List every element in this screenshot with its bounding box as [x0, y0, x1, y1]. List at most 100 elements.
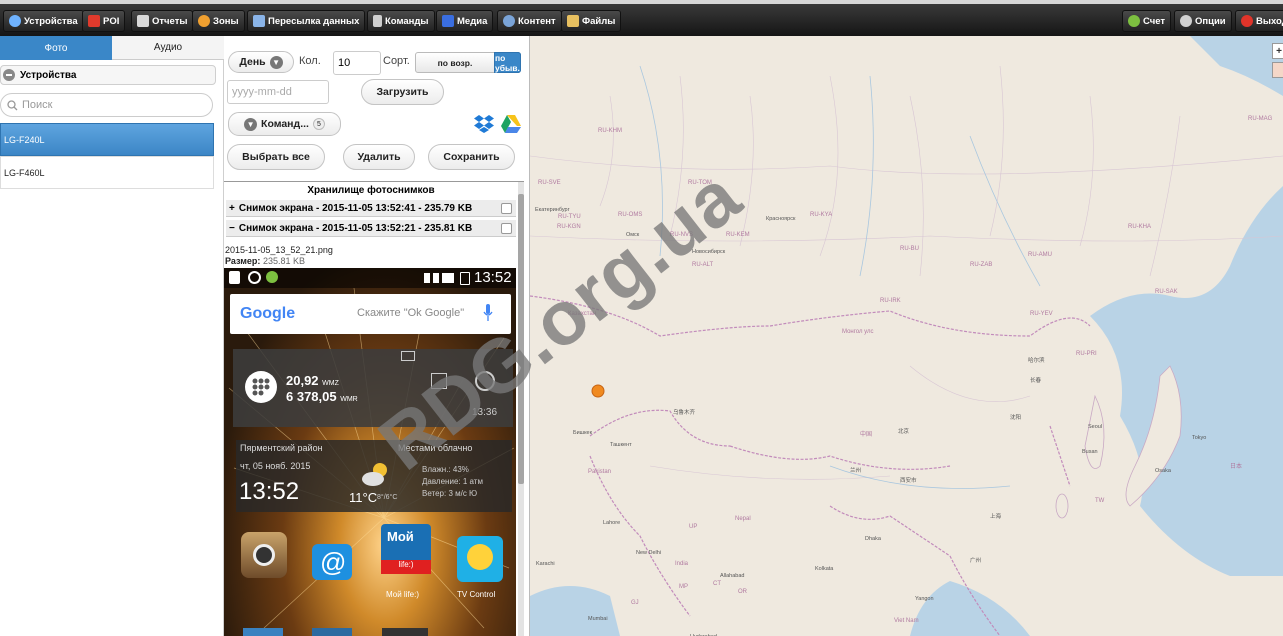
- options-menu-button[interactable]: Опции: [1174, 10, 1232, 32]
- file-name: 2015-11-05_13_52_21.png: [225, 245, 333, 255]
- transfer-icon: [253, 15, 265, 27]
- region-border: [1149, 115, 1181, 277]
- google-drive-icon[interactable]: [500, 114, 522, 134]
- storage-scrollbar[interactable]: [518, 182, 524, 636]
- life-tile-sub: life:): [381, 560, 431, 574]
- region-label: Казахстан: [568, 311, 597, 317]
- storage-item-checkbox[interactable]: [501, 223, 512, 234]
- count-input[interactable]: 10: [333, 51, 381, 75]
- commands-dropdown[interactable]: ▼ Команд... 5: [228, 112, 341, 136]
- region-label: RU-KHM: [598, 128, 622, 134]
- select-all-button[interactable]: Выбрать все: [227, 144, 325, 170]
- delete-button[interactable]: Удалить: [343, 144, 415, 170]
- media-icon: [442, 15, 454, 27]
- period-select[interactable]: День ▼: [228, 51, 294, 73]
- city-label: Екатеринбург: [535, 207, 570, 213]
- search-icon: [7, 99, 18, 110]
- app-label-life: Мой life:): [386, 590, 420, 599]
- date-input[interactable]: yyyy-mm-dd: [227, 80, 329, 104]
- storage-item-checkbox[interactable]: [501, 203, 512, 214]
- save-button[interactable]: Сохранить: [428, 144, 515, 170]
- file-size-row: Размер: 235.81 KB: [225, 256, 305, 266]
- region-label: 中国: [860, 432, 873, 438]
- sort-descending-label: по убыв.: [495, 52, 520, 73]
- partly-cloudy-icon: [362, 463, 387, 486]
- report-icon: [137, 15, 149, 27]
- media-menu-button[interactable]: Медиа: [436, 10, 494, 32]
- city-label: Бишкек: [573, 430, 593, 436]
- bay-of-bengal: [910, 581, 1030, 636]
- device-search-input[interactable]: Поиск: [0, 93, 213, 117]
- tab-audio[interactable]: Аудио: [112, 36, 224, 60]
- devices-section-header[interactable]: Устройства: [0, 65, 216, 85]
- media-menu-label: Медиа: [457, 15, 488, 27]
- sort-descending-button[interactable]: по убыв.: [494, 52, 521, 73]
- list-icon: [431, 373, 447, 389]
- tab-photo[interactable]: Фото: [0, 36, 112, 60]
- content-menu-label: Контент: [518, 15, 556, 27]
- city-label: 乌鲁木齐: [673, 410, 696, 416]
- phone-icon: [373, 15, 382, 27]
- phone-clock: 13:52: [474, 269, 512, 286]
- viber-icon: [248, 271, 261, 284]
- account-menu-button[interactable]: Счет: [1122, 10, 1172, 32]
- city-label: Yangon: [915, 596, 934, 602]
- storage-item[interactable]: + Снимок экрана - 2015-11-05 13:52:41 - …: [226, 199, 516, 217]
- region-label: RU-AMU: [1028, 252, 1052, 258]
- device-item-lg-f460l[interactable]: LG-F460L: [0, 156, 214, 189]
- load-button[interactable]: Загрузить: [361, 79, 444, 105]
- zoom-in-button[interactable]: +: [1272, 43, 1283, 59]
- country-border: [829, 505, 951, 557]
- city-label: Osaka: [1155, 468, 1171, 474]
- commands-dropdown-label: Команд...: [261, 118, 309, 130]
- region-label: RU-ZAB: [970, 262, 993, 268]
- data-transfer-menu-button[interactable]: Пересылка данных: [247, 10, 366, 32]
- dropbox-icon[interactable]: [473, 112, 495, 134]
- scrollbar-thumb[interactable]: [518, 194, 524, 484]
- facebook-icon: [229, 271, 240, 284]
- sort-ascending-button[interactable]: по возр.: [415, 52, 495, 73]
- content-menu-button[interactable]: Контент: [497, 10, 562, 32]
- chevron-down-icon: ▼: [244, 117, 258, 131]
- notification-icon: [266, 271, 278, 283]
- logout-menu-button[interactable]: Выход: [1235, 10, 1283, 32]
- weather-widget: Пярментский район Местами облачно чт, 05…: [236, 440, 512, 512]
- city-label: Tokyo: [1192, 435, 1207, 441]
- storage-item[interactable]: − Снимок экрана - 2015-11-05 13:52:21 - …: [226, 219, 516, 237]
- microphone-icon: [483, 304, 493, 321]
- city-label: Ташкент: [610, 442, 632, 448]
- country-border: [589, 409, 731, 447]
- wm-unit-1: WMZ: [322, 380, 339, 387]
- power-icon: [1241, 15, 1253, 27]
- search-placeholder: Поиск: [22, 99, 53, 111]
- region-label: RU-OMS: [618, 212, 643, 218]
- region-label: RU-KYA: [810, 212, 833, 218]
- map-view[interactable]: + RU-KHM RU-SVE RU-TYU RU-OMS RU-TOM RU-KGN RU…: [530, 36, 1283, 636]
- wm-value-1: 20,92: [286, 373, 319, 388]
- zones-menu-button[interactable]: Зоны: [192, 10, 245, 32]
- reports-menu-button[interactable]: Отчеты: [131, 10, 194, 32]
- device-item-lg-f240l[interactable]: LG-F240L: [0, 123, 214, 156]
- devices-menu-button[interactable]: Устройства: [3, 10, 84, 32]
- layers-icon[interactable]: [1272, 62, 1283, 78]
- devices-menu-label: Устройства: [24, 15, 78, 27]
- commands-menu-button[interactable]: Команды: [367, 10, 435, 32]
- battery-icon: [460, 272, 470, 285]
- poi-menu-label: POI: [103, 15, 120, 27]
- poi-menu-button[interactable]: POI: [82, 10, 126, 32]
- save-label: Сохранить: [443, 151, 500, 163]
- files-menu-button[interactable]: Файлы: [561, 10, 622, 32]
- region-label: MP: [679, 584, 688, 590]
- collapse-icon: [3, 69, 15, 81]
- location-marker: [591, 384, 605, 398]
- region-label: RU-PRI: [1076, 351, 1097, 357]
- wm-time: 13:36: [472, 407, 498, 418]
- tv-app-icon: [457, 536, 503, 582]
- region-border: [599, 95, 614, 207]
- city-label: 广州: [970, 558, 982, 564]
- file-size-label: Размер:: [225, 256, 261, 266]
- region-label: RU-IRK: [880, 298, 901, 304]
- zone-icon: [198, 15, 210, 27]
- city-label: Busan: [1082, 449, 1098, 455]
- commands-count-badge: 5: [312, 118, 325, 130]
